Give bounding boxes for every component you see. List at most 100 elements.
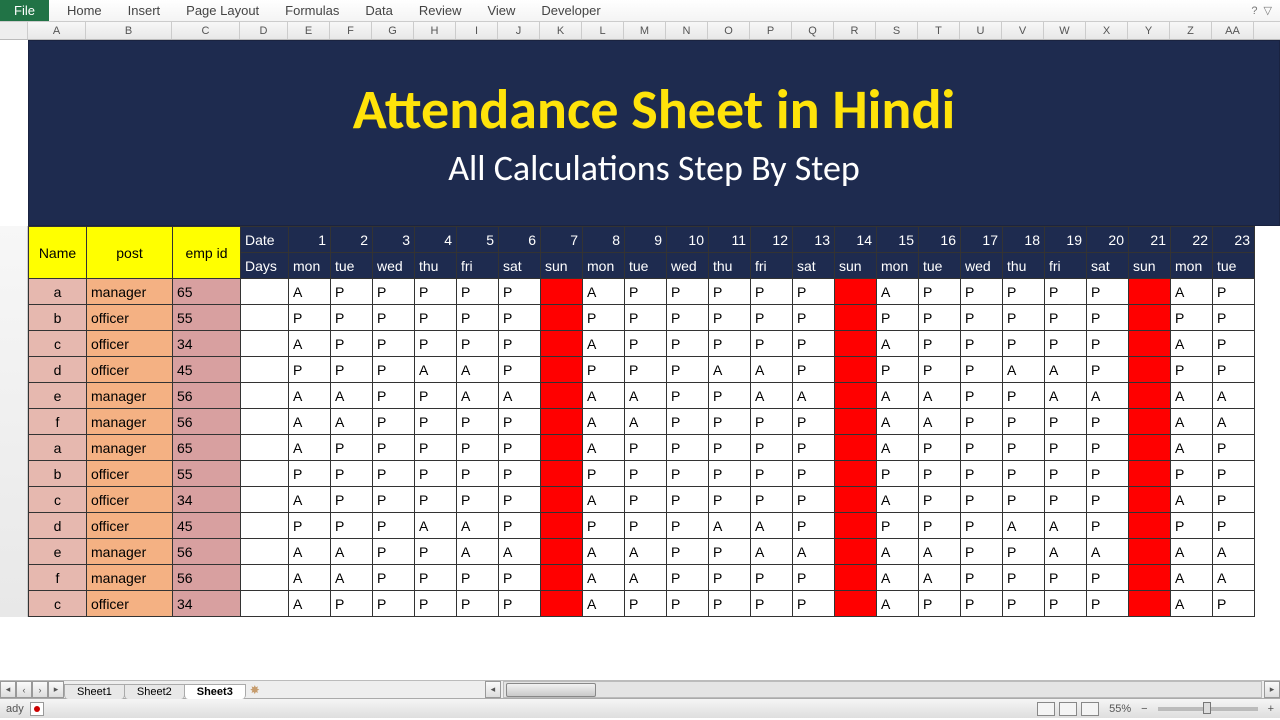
cell-attendance[interactable]: P	[961, 279, 1003, 305]
cell-attendance[interactable]: A	[289, 409, 331, 435]
zoom-level[interactable]: 55%	[1109, 703, 1131, 715]
cell-attendance[interactable]: P	[625, 461, 667, 487]
cell-attendance[interactable]: A	[1171, 565, 1213, 591]
cell-attendance[interactable]: A	[1171, 435, 1213, 461]
header-day[interactable]: wed	[373, 253, 415, 279]
cell-attendance[interactable]	[835, 409, 877, 435]
cell-attendance[interactable]: P	[373, 279, 415, 305]
cell-attendance[interactable]: P	[667, 357, 709, 383]
cell-attendance[interactable]: A	[751, 539, 793, 565]
ribbon-tab-page-layout[interactable]: Page Layout	[174, 0, 271, 21]
cell-attendance[interactable]: P	[1087, 591, 1129, 617]
cell-attendance[interactable]: P	[1171, 305, 1213, 331]
cell-attendance[interactable]: P	[1171, 357, 1213, 383]
cell-attendance[interactable]: P	[1087, 565, 1129, 591]
view-layout-button[interactable]	[1059, 702, 1077, 716]
cell-post[interactable]: manager	[87, 565, 173, 591]
cell-attendance[interactable]: A	[877, 435, 919, 461]
cell-attendance[interactable]: A	[289, 565, 331, 591]
cell-blank[interactable]	[241, 539, 289, 565]
cell-attendance[interactable]	[1129, 539, 1171, 565]
cell-attendance[interactable]: P	[1087, 461, 1129, 487]
header-date[interactable]: 1	[289, 227, 331, 253]
col-header[interactable]: L	[582, 22, 624, 39]
cell-attendance[interactable]: A	[1213, 565, 1255, 591]
cell-attendance[interactable]: P	[793, 331, 835, 357]
cell-blank[interactable]	[241, 279, 289, 305]
cell-post[interactable]: manager	[87, 409, 173, 435]
col-header[interactable]: T	[918, 22, 960, 39]
cell-attendance[interactable]: P	[457, 279, 499, 305]
cell-attendance[interactable]: A	[625, 565, 667, 591]
col-header[interactable]: O	[708, 22, 750, 39]
tab-nav-next[interactable]: ›	[32, 681, 48, 698]
cell-attendance[interactable]: P	[709, 279, 751, 305]
cell-attendance[interactable]: A	[877, 409, 919, 435]
minimize-ribbon-icon[interactable]: ▽	[1264, 4, 1272, 17]
col-header[interactable]: A	[28, 22, 86, 39]
col-header[interactable]: W	[1044, 22, 1086, 39]
cell-attendance[interactable]: P	[793, 565, 835, 591]
cell-attendance[interactable]	[1129, 357, 1171, 383]
cell-blank[interactable]	[241, 591, 289, 617]
hscroll-thumb[interactable]	[506, 683, 596, 697]
cell-attendance[interactable]	[1129, 435, 1171, 461]
cell-attendance[interactable]: P	[625, 357, 667, 383]
cell-attendance[interactable]: A	[331, 565, 373, 591]
cell-attendance[interactable]: A	[583, 331, 625, 357]
cell-attendance[interactable]: P	[583, 513, 625, 539]
cell-attendance[interactable]: A	[877, 383, 919, 409]
new-sheet-button[interactable]: ✸	[245, 681, 265, 698]
col-header[interactable]: R	[834, 22, 876, 39]
cell-attendance[interactable]	[541, 357, 583, 383]
cell-attendance[interactable]: P	[793, 409, 835, 435]
cell-attendance[interactable]: P	[457, 409, 499, 435]
cell-attendance[interactable]: P	[415, 487, 457, 513]
cell-empid[interactable]: 56	[173, 539, 241, 565]
header-day[interactable]: tue	[919, 253, 961, 279]
cell-attendance[interactable]: A	[499, 383, 541, 409]
cell-attendance[interactable]: A	[625, 539, 667, 565]
cell-attendance[interactable]	[541, 409, 583, 435]
cell-attendance[interactable]	[541, 461, 583, 487]
cell-attendance[interactable]: A	[289, 383, 331, 409]
cell-attendance[interactable]: P	[709, 591, 751, 617]
cell-attendance[interactable]: P	[1003, 409, 1045, 435]
cell-attendance[interactable]: A	[583, 383, 625, 409]
col-header[interactable]: N	[666, 22, 708, 39]
cell-attendance[interactable]: P	[919, 279, 961, 305]
header-day[interactable]: sun	[835, 253, 877, 279]
header-date[interactable]: 23	[1213, 227, 1255, 253]
cell-blank[interactable]	[241, 305, 289, 331]
cell-post[interactable]: officer	[87, 305, 173, 331]
cell-attendance[interactable]: P	[961, 565, 1003, 591]
cell-attendance[interactable]: P	[499, 461, 541, 487]
cell-attendance[interactable]: P	[625, 305, 667, 331]
header-date[interactable]: 21	[1129, 227, 1171, 253]
cell-attendance[interactable]: P	[373, 409, 415, 435]
cell-attendance[interactable]: P	[1045, 591, 1087, 617]
cell-attendance[interactable]: A	[709, 513, 751, 539]
header-date[interactable]: 20	[1087, 227, 1129, 253]
cell-attendance[interactable]: A	[1003, 513, 1045, 539]
header-date[interactable]: 17	[961, 227, 1003, 253]
header-day[interactable]: mon	[289, 253, 331, 279]
header-date[interactable]: 22	[1171, 227, 1213, 253]
col-header[interactable]: I	[456, 22, 498, 39]
cell-name[interactable]: f	[29, 565, 87, 591]
cell-attendance[interactable]: A	[1003, 357, 1045, 383]
cell-attendance[interactable]	[1129, 461, 1171, 487]
cell-blank[interactable]	[241, 357, 289, 383]
ribbon-tab-review[interactable]: Review	[407, 0, 474, 21]
cell-attendance[interactable]: A	[919, 565, 961, 591]
cell-attendance[interactable]: P	[415, 409, 457, 435]
cell-attendance[interactable]: P	[625, 513, 667, 539]
help-icon[interactable]: ?	[1251, 5, 1257, 17]
header-empid[interactable]: emp id	[173, 227, 241, 279]
cell-empid[interactable]: 45	[173, 513, 241, 539]
cell-attendance[interactable]	[1129, 565, 1171, 591]
header-date[interactable]: 13	[793, 227, 835, 253]
cell-attendance[interactable]: A	[457, 357, 499, 383]
header-date[interactable]: 5	[457, 227, 499, 253]
cell-attendance[interactable]: A	[877, 539, 919, 565]
